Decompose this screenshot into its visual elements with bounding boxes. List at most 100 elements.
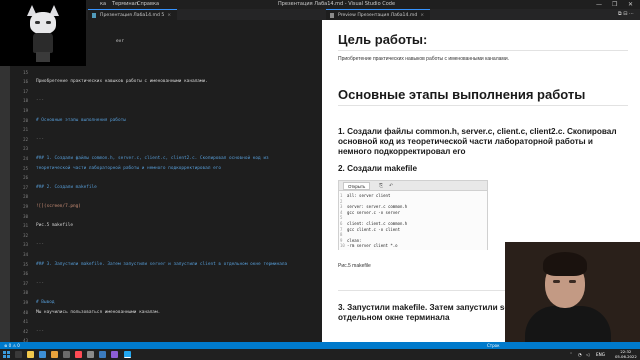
menu-item-terminal[interactable]: Терминал: [112, 0, 138, 9]
line-number: 28: [23, 194, 28, 200]
menu-item-help[interactable]: Справка: [137, 0, 159, 9]
title-bar: ка Терминал Справка Презентация Лаба14.m…: [0, 0, 640, 9]
line-number: 30: [23, 213, 28, 219]
editor-line: ### 1. Создали файлы common.h, server.c,…: [36, 156, 269, 161]
close-tab-icon[interactable]: ×: [167, 13, 171, 18]
figure-caption: Рис.5 makefile: [338, 263, 371, 269]
code-line: all: server client: [347, 193, 391, 198]
preview-stages-title: Основные этапы выполнения работы: [338, 87, 586, 102]
line-number: 36: [23, 271, 28, 277]
app-icon[interactable]: [75, 351, 82, 358]
save-icon[interactable]: ⎘: [379, 182, 383, 190]
window-title: Презентация Лаба14.md - Visual Studio Co…: [278, 1, 396, 7]
line-number: 21: [23, 127, 28, 133]
tab-preview[interactable]: Preview Презентация Лаба14.md ×: [326, 9, 431, 20]
file-explorer-icon[interactable]: [27, 351, 34, 358]
editor-line: ### 3. Запустили makefile. Затем запусти…: [36, 261, 288, 267]
preview-step-1: 1. Создали файлы common.h, server.c, cli…: [338, 127, 617, 156]
line-number: 38: [23, 290, 28, 296]
app-icon[interactable]: [87, 351, 94, 358]
editor-fragment: evr: [86, 20, 130, 66]
heading-divider: [338, 50, 628, 51]
language-indicator[interactable]: ENG: [596, 352, 605, 357]
mail-icon[interactable]: [39, 351, 46, 358]
editor-line: ---: [36, 98, 44, 104]
line-number: 22: [23, 136, 28, 142]
line-number: 37: [23, 280, 28, 286]
undo-icon[interactable]: ↶: [389, 182, 393, 190]
search-icon[interactable]: [15, 351, 22, 358]
tab-editor-file[interactable]: Презентация Лаба14.md 5 ×: [88, 9, 178, 20]
preview-icon: [330, 13, 334, 18]
editor-line: Рис.5 makefile: [36, 223, 74, 229]
volume-icon[interactable]: ◁: [586, 352, 589, 357]
tab-label: Презентация Лаба14.md 5: [100, 13, 165, 18]
browser-icon[interactable]: [51, 351, 58, 358]
windows-start-icon[interactable]: [3, 351, 10, 358]
vscode-icon[interactable]: [124, 351, 131, 358]
avatar-body: [33, 33, 53, 53]
code-line-number: 1: [340, 193, 343, 198]
line-number: 33: [23, 242, 28, 248]
avatar-legs: [36, 52, 50, 62]
heading-divider: [338, 105, 628, 106]
avatar-eye: [46, 21, 51, 24]
makefile-code: 1 all: server client 2 3 server: server.c co…: [339, 191, 487, 250]
app-icon[interactable]: [99, 351, 106, 358]
line-number: 27: [23, 184, 28, 190]
editor-line: ### 2. Создали makefile: [36, 184, 97, 190]
code-line-number: 7: [340, 226, 343, 232]
menu-item-partial[interactable]: ка: [100, 0, 106, 9]
line-number: 39: [23, 300, 28, 305]
close-window-button[interactable]: ✕: [628, 0, 633, 9]
wifi-icon[interactable]: ◔: [578, 352, 582, 357]
code-line: gcc server.c -o server: [347, 209, 400, 215]
avatar-eye: [35, 21, 40, 24]
webcam-overlay-presenter: [505, 242, 640, 342]
line-number: 15: [23, 69, 28, 75]
line-number: 32: [23, 232, 28, 238]
line-number: 34: [23, 252, 28, 257]
editor-line: теоретической части лабораторной работы …: [36, 165, 222, 171]
cursor-position[interactable]: Строк: [487, 342, 500, 349]
clock[interactable]: 22:32 05.06.2022: [615, 349, 637, 359]
code-line-number: 9: [340, 237, 343, 243]
editor-line: Приобретение практических навыков работы…: [36, 79, 208, 85]
preview-step-2: 2. Создали makefile: [338, 164, 418, 173]
minimize-button[interactable]: —: [596, 0, 602, 9]
app-icon[interactable]: [63, 351, 70, 358]
editor-line: ---: [36, 242, 44, 248]
line-number-gutter: 1415161718192021222324252627282930313233…: [10, 20, 32, 360]
line-number: 19: [23, 108, 28, 113]
code-line: server: server.c common.h: [347, 204, 408, 210]
editor-line: Мы научились пользоваться именованными к…: [36, 309, 161, 315]
image-toolbar: Открыть ⎘ ↶: [339, 181, 487, 191]
code-line-number: 8: [340, 232, 343, 238]
presenter-eye: [553, 280, 560, 283]
problems-indicator[interactable]: ⊗ 0 ⚠ 0: [4, 342, 20, 349]
editor-line: ![](screen/7.png): [36, 204, 81, 209]
markdown-editor[interactable]: # Цель работы:Приобретение практических …: [32, 20, 322, 353]
preview-goal-title: Цель работы:: [338, 32, 428, 47]
close-tab-icon[interactable]: ×: [420, 13, 424, 18]
code-line-number: 4: [340, 209, 343, 215]
code-line-number: 2: [340, 198, 343, 204]
open-button[interactable]: Открыть: [343, 182, 371, 190]
editor-line: # Основные этапы выполнения работы: [36, 117, 126, 123]
presenter-eye: [569, 280, 576, 283]
preview-tab-bar: Preview Презентация Лаба14.md × ⧉ ⊟ ⋯: [322, 9, 640, 20]
code-line-number: 3: [340, 204, 343, 210]
line-number: 23: [23, 146, 28, 152]
app-icon[interactable]: [111, 351, 118, 358]
editor-line: ---: [36, 280, 44, 286]
status-bar: ⊗ 0 ⚠ 0 Строк: [0, 342, 640, 349]
avatar-head: [30, 12, 56, 34]
preview-actions-icons[interactable]: ⧉ ⊟ ⋯: [618, 9, 634, 20]
line-number: 24: [23, 156, 28, 161]
maximize-button[interactable]: ❐: [612, 0, 617, 9]
code-line: -rm server client *.o: [347, 243, 398, 249]
tray-chevron-icon[interactable]: ˄: [570, 352, 572, 357]
code-line-number: 10: [340, 243, 345, 249]
presenter-hair: [543, 252, 587, 276]
editor-line: # Вывод: [36, 300, 55, 305]
